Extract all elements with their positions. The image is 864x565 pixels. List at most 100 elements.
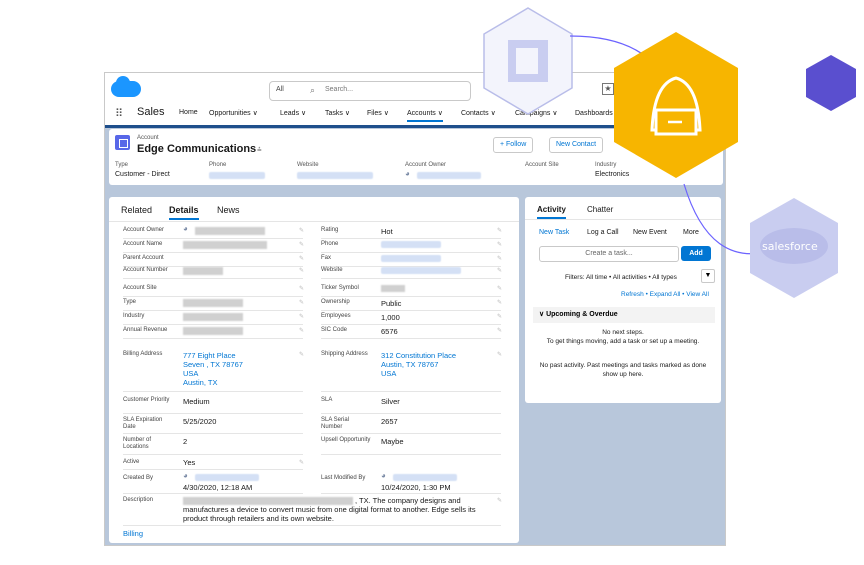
field-value: Public: [381, 299, 402, 308]
purple-hex-icon: [806, 55, 856, 111]
create-task-input[interactable]: Create a task...: [539, 246, 679, 262]
customer-priority-label: Customer Priority: [123, 397, 170, 403]
row-divider: [321, 413, 501, 414]
redacted-value: [183, 299, 243, 307]
edit-pencil-icon[interactable]: ✎: [299, 285, 304, 292]
row-divider: [123, 278, 303, 279]
billing-section-link[interactable]: Billing: [123, 529, 143, 538]
edit-pencil-icon[interactable]: ✎: [497, 227, 502, 234]
field-label: Fax: [321, 255, 332, 261]
description-label: Description: [123, 497, 154, 503]
nav-item-leads[interactable]: Leads ∨: [280, 109, 306, 117]
search-icon: ⌕: [310, 85, 316, 95]
activity-links[interactable]: Refresh • Expand All • View All: [621, 291, 709, 298]
row-divider: [321, 296, 501, 297]
row-divider: [123, 391, 303, 392]
row-divider: [123, 296, 303, 297]
redacted-description: [183, 497, 353, 505]
nav-item-files[interactable]: Files ∨: [367, 109, 389, 117]
edit-pencil-icon[interactable]: ✎: [299, 267, 304, 274]
redacted-phone: [209, 172, 265, 179]
field-label: Phone: [321, 241, 339, 247]
edit-pencil-icon[interactable]: ✎: [497, 285, 502, 292]
edit-pencil-icon[interactable]: ✎: [497, 327, 502, 334]
edit-pencil-icon[interactable]: ✎: [299, 241, 304, 248]
new-contact-button[interactable]: New Contact: [549, 137, 604, 153]
tab-chatter[interactable]: Chatter: [587, 205, 613, 214]
row-divider: [123, 310, 303, 311]
nav-item-home[interactable]: Home: [179, 109, 198, 116]
edit-pencil-icon[interactable]: ✎: [497, 267, 502, 274]
nav-item-tasks[interactable]: Tasks ∨: [325, 109, 350, 117]
row-divider: [321, 493, 501, 494]
tab-details[interactable]: Details: [169, 205, 199, 220]
subtab-log-call[interactable]: Log a Call: [587, 229, 619, 236]
upsell-label: Upsell Opportunity: [321, 437, 371, 443]
shipping-line-2[interactable]: Austin, TX 78767: [381, 360, 438, 369]
global-search-input[interactable]: All ⌕ Search...: [269, 81, 471, 101]
modified-by-label: Last Modified By: [321, 475, 366, 481]
tab-news[interactable]: News: [217, 205, 240, 215]
edit-pencil-icon[interactable]: ✎: [299, 351, 304, 358]
nav-item-opportunities[interactable]: Opportunities ∨: [209, 109, 258, 117]
modifier-avatar-icon: ◕: [381, 471, 386, 480]
row-divider: [123, 238, 303, 239]
tab-related[interactable]: Related: [121, 205, 152, 215]
edit-pencil-icon[interactable]: ✎: [299, 255, 304, 262]
redacted-creator: [195, 474, 259, 481]
redacted-value: [381, 285, 405, 292]
highlight-type-label: Type: [115, 162, 129, 168]
app-name: Sales: [137, 106, 165, 118]
edit-pencil-icon[interactable]: ✎: [299, 227, 304, 234]
edit-pencil-icon[interactable]: ✎: [497, 241, 502, 248]
edit-pencil-icon[interactable]: ✎: [497, 497, 502, 504]
edit-pencil-icon[interactable]: ✎: [497, 351, 502, 358]
description-line-3: product through retailers and its own we…: [183, 514, 334, 523]
edit-pencil-icon[interactable]: ✎: [299, 459, 304, 466]
edit-pencil-icon[interactable]: ✎: [299, 313, 304, 320]
billing-line-2[interactable]: Seven , TX 78767: [183, 360, 243, 369]
redacted-value: [381, 255, 441, 262]
nav-item-accounts[interactable]: Accounts ∨: [407, 109, 443, 122]
billing-line-3[interactable]: USA: [183, 369, 198, 378]
upcoming-title: Upcoming & Overdue: [546, 311, 618, 318]
salesforce-hex-label: salesforce: [762, 240, 818, 253]
edit-pencil-icon[interactable]: ✎: [497, 299, 502, 306]
billing-line-1[interactable]: 777 Eight Place: [183, 351, 236, 360]
row-divider: [321, 338, 501, 339]
customer-priority-value: Medium: [183, 397, 210, 406]
billing-line-4[interactable]: Austin, TX: [183, 378, 217, 387]
highlight-website-label: Website: [297, 162, 319, 168]
field-label: Account Number: [123, 267, 168, 273]
row-divider: [123, 454, 303, 455]
redacted-value: [381, 267, 461, 274]
field-label: Website: [321, 267, 343, 273]
row-divider: [123, 433, 303, 434]
subtab-new-task[interactable]: New Task: [539, 229, 569, 236]
edit-pencil-icon[interactable]: ✎: [299, 299, 304, 306]
shipping-line-3[interactable]: USA: [381, 369, 396, 378]
edit-pencil-icon[interactable]: ✎: [497, 255, 502, 262]
edit-pencil-icon[interactable]: ✎: [299, 327, 304, 334]
follow-button[interactable]: + Follow: [493, 137, 534, 153]
billing-address-label: Billing Address: [123, 351, 163, 357]
app-launcher-icon[interactable]: ⠿: [115, 107, 123, 120]
description-line-1: , TX. The company designs and: [355, 496, 461, 505]
search-scope[interactable]: All: [276, 86, 284, 93]
sla-label: SLA: [321, 397, 333, 403]
shipping-line-1[interactable]: 312 Constitution Place: [381, 351, 456, 360]
row-divider: [123, 493, 303, 494]
highlight-site-label: Account Site: [525, 162, 559, 168]
row-divider: [123, 324, 303, 325]
upcoming-section[interactable]: ∨ Upcoming & Overdue: [533, 307, 715, 323]
hierarchy-icon[interactable]: ⩮: [257, 145, 262, 155]
account-name: Edge Communications: [137, 143, 257, 155]
tab-activity[interactable]: Activity: [537, 205, 566, 219]
hacker-hex-icon: [614, 32, 738, 178]
tab-divider: [109, 221, 519, 222]
row-divider: [123, 469, 303, 470]
shipping-address-label: Shipping Address: [321, 351, 368, 357]
subtab-new-event[interactable]: New Event: [633, 229, 667, 236]
edit-pencil-icon[interactable]: ✎: [497, 313, 502, 320]
redacted-value: [183, 313, 243, 321]
